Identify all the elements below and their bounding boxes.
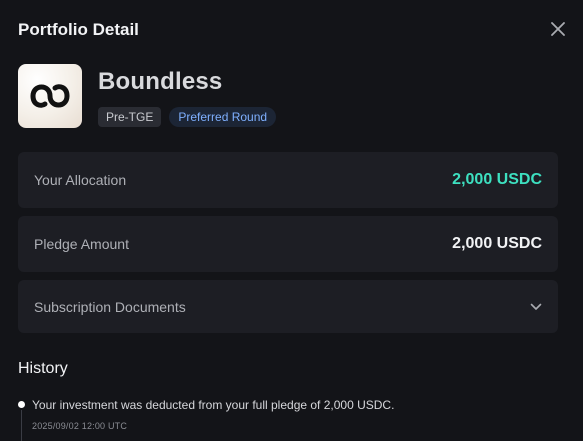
documents-label: Subscription Documents [34, 298, 186, 315]
pledge-value: 2,000 USDC [452, 235, 542, 252]
badge-group: Pre-TGE Preferred Round [98, 107, 277, 127]
boundless-logo-icon [30, 84, 70, 108]
allocation-value: 2,000 USDC [452, 171, 542, 188]
project-name: Boundless [98, 68, 223, 95]
close-button[interactable] [547, 18, 569, 40]
allocation-label: Your Allocation [34, 172, 127, 188]
chevron-down-icon [530, 303, 542, 310]
portfolio-detail-modal: Portfolio Detail Boundless Pre-TGE Prefe… [0, 0, 583, 441]
pledge-row: Pledge Amount 2,000 USDC [18, 216, 558, 272]
stage-badge: Pre-TGE [98, 107, 162, 127]
allocation-row: Your Allocation 2,000 USDC [18, 152, 558, 208]
history-item-time: 2025/09/02 12:00 UTC [32, 421, 128, 431]
project-logo [18, 64, 82, 128]
subscription-documents-dropdown[interactable]: Subscription Documents [18, 280, 558, 333]
modal-title: Portfolio Detail [18, 20, 139, 39]
history-title: History [18, 360, 68, 377]
history-item-text: Your investment was deducted from your f… [32, 398, 395, 412]
project-header: Boundless Pre-TGE Preferred Round [18, 64, 277, 128]
close-icon [551, 22, 565, 36]
timeline-dot [18, 401, 25, 408]
timeline-line [21, 410, 22, 441]
round-badge: Preferred Round [169, 107, 277, 127]
pledge-label: Pledge Amount [34, 236, 129, 252]
